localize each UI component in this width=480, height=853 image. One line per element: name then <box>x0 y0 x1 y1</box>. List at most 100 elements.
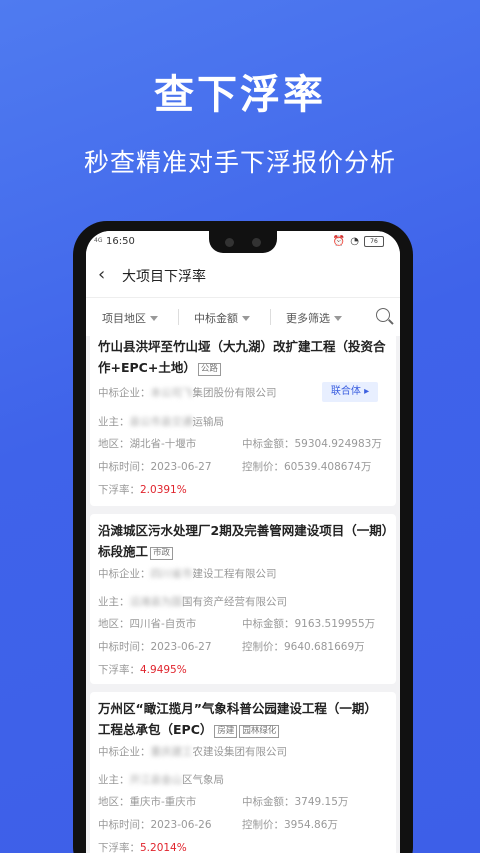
wifi-icon: ◔ <box>350 236 359 247</box>
winner-blurred: 本公司飞 <box>150 387 193 399</box>
date-row: 中标时间：2023-06-26 <box>98 817 212 832</box>
owner-value: 国有资产经营有限公司 <box>182 596 287 608</box>
project-title-text: 万州区“瞰江揽月”气象科普公园建设工程（一期）工程总承包（EPC） <box>98 701 377 737</box>
project-title: 万州区“瞰江揽月”气象科普公园建设工程（一期）工程总承包（EPC） 房建 园林绿化 <box>98 698 388 740</box>
rate-label: 下浮率： <box>98 842 140 853</box>
filter-amount[interactable]: 中标金额 <box>194 310 250 326</box>
winner-blurred: 重庆建工 <box>150 746 193 758</box>
owner-blurred: 开江县金山 <box>129 774 183 786</box>
region-row: 地区：四川省-自贡市 <box>98 616 196 631</box>
project-tag: 园林绿化 <box>239 725 280 738</box>
amount-value: 9163.519955万 <box>294 618 376 630</box>
control-value: 9640.681669万 <box>284 641 365 653</box>
winner-label: 中标企业： <box>98 746 151 758</box>
control-value: 3954.86万 <box>284 819 338 831</box>
rate-row: 下浮率：5.2014% <box>98 840 187 853</box>
rate-value: 5.2014% <box>140 842 187 853</box>
alarm-icon: ⏰ <box>332 236 346 247</box>
amount-label: 中标金额： <box>242 796 295 808</box>
winner-value: 建设工程有限公司 <box>192 568 277 580</box>
owner-label: 业主： <box>98 596 130 608</box>
camera-icon <box>225 238 234 247</box>
chevron-down-icon <box>334 315 342 321</box>
promo-headline: 查下浮率 <box>154 72 326 118</box>
amount-label: 中标金额： <box>242 438 295 450</box>
promo-subline: 秒查精准对手下浮报价分析 <box>83 148 396 177</box>
camera-icon <box>252 238 261 247</box>
filter-more-label: 更多筛选 <box>286 312 330 325</box>
project-card[interactable]: 竹山县洪坪至竹山垭（大九湖）改扩建工程（投资合作+EPC+土地） 公路 中标企业：… <box>90 330 396 506</box>
region-row: 地区：重庆市-重庆市 <box>98 794 196 809</box>
control-label: 控制价： <box>242 641 284 653</box>
owner-label: 业主： <box>98 774 130 786</box>
amount-row: 中标金额：9163.519955万 <box>242 616 375 631</box>
control-label: 控制价： <box>242 819 284 831</box>
project-tag: 市政 <box>150 547 174 560</box>
date-value: 2023-06-26 <box>150 819 212 831</box>
date-label: 中标时间： <box>98 461 151 473</box>
region-label: 地区： <box>98 618 130 630</box>
rate-label: 下浮率： <box>98 664 140 676</box>
date-value: 2023-06-27 <box>150 641 212 653</box>
date-row: 中标时间：2023-06-27 <box>98 459 212 474</box>
project-card[interactable]: 沿滩城区污水处理厂2期及完善管网建设项目（一期）标段施工 市政 中标企业：四川省市… <box>90 514 396 684</box>
amount-value: 3749.15万 <box>294 796 349 808</box>
filter-amount-label: 中标金额 <box>194 312 238 325</box>
region-label: 地区： <box>98 438 130 450</box>
owner-row: 业主：沿滩县为国国有资产经营有限公司 <box>98 594 287 609</box>
nav-bar: ‹ 大项目下浮率 <box>86 253 400 297</box>
amount-row: 中标金额：59304.924983万 <box>242 436 382 451</box>
region-value: 四川省-自贡市 <box>129 618 197 630</box>
winner-blurred: 四川省市 <box>150 568 193 580</box>
winner-label: 中标企业： <box>98 387 151 399</box>
signal-indicator: 4G <box>94 237 103 244</box>
filter-divider <box>178 309 179 325</box>
control-row: 控制价：9640.681669万 <box>242 639 365 654</box>
amount-value: 59304.924983万 <box>294 438 382 450</box>
project-tag: 房建 <box>214 725 238 738</box>
back-arrow-icon[interactable]: ‹ <box>98 264 105 285</box>
date-label: 中标时间： <box>98 641 151 653</box>
control-label: 控制价： <box>242 461 284 473</box>
chevron-down-icon <box>242 315 250 321</box>
control-row: 控制价：60539.408674万 <box>242 459 371 474</box>
phone-notch <box>209 231 277 253</box>
status-time: 16:50 <box>106 236 135 247</box>
control-row: 控制价：3954.86万 <box>242 817 338 832</box>
battery-icon: 76 <box>364 236 384 247</box>
filter-divider <box>270 309 271 325</box>
rate-row: 下浮率：2.0391% <box>98 482 187 497</box>
owner-label: 业主： <box>98 416 130 428</box>
chevron-down-icon <box>150 315 158 321</box>
owner-blurred: 县公市县交通 <box>129 416 193 428</box>
winner-label: 中标企业： <box>98 568 151 580</box>
date-row: 中标时间：2023-06-27 <box>98 639 212 654</box>
project-card[interactable]: 万州区“瞰江揽月”气象科普公园建设工程（一期）工程总承包（EPC） 房建 园林绿化 … <box>90 692 396 853</box>
phone-screen: 4G 16:50 ⏰ ◔ 76 ‹ 大项目下浮率 项目地区 中标金额 更多筛选 … <box>86 231 400 853</box>
winner-row: 中标企业：四川省市建设工程有限公司 <box>98 566 277 581</box>
project-tag: 公路 <box>197 363 221 376</box>
owner-value: 区气象局 <box>182 774 224 786</box>
rate-row: 下浮率：4.9495% <box>98 662 187 677</box>
project-title-text: 竹山县洪坪至竹山垭（大九湖）改扩建工程（投资合作+EPC+土地） <box>98 339 386 375</box>
project-title: 沿滩城区污水处理厂2期及完善管网建设项目（一期）标段施工 市政 <box>98 520 388 562</box>
rate-value: 4.9495% <box>140 664 187 676</box>
promo-background: 查下浮率 秒查精准对手下浮报价分析 4G 16:50 ⏰ ◔ 76 ‹ 大项目下… <box>0 0 480 853</box>
project-title-text: 沿滩城区污水处理厂2期及完善管网建设项目（一期）标段施工 <box>98 523 388 559</box>
filter-region[interactable]: 项目地区 <box>102 310 158 326</box>
region-value: 重庆市-重庆市 <box>129 796 197 808</box>
control-value: 60539.408674万 <box>284 461 372 473</box>
search-icon[interactable] <box>376 308 390 322</box>
consortium-button[interactable]: 联合体 ▸ <box>322 382 378 402</box>
date-label: 中标时间： <box>98 819 151 831</box>
filter-region-label: 项目地区 <box>102 312 146 325</box>
project-title: 竹山县洪坪至竹山垭（大九湖）改扩建工程（投资合作+EPC+土地） 公路 <box>98 336 388 378</box>
date-value: 2023-06-27 <box>150 461 212 473</box>
filter-more[interactable]: 更多筛选 <box>286 310 342 326</box>
amount-label: 中标金额： <box>242 618 295 630</box>
region-row: 地区：湖北省-十堰市 <box>98 436 196 451</box>
owner-value: 运输局 <box>192 416 225 428</box>
owner-blurred: 沿滩县为国 <box>129 596 183 608</box>
amount-row: 中标金额：3749.15万 <box>242 794 348 809</box>
region-label: 地区： <box>98 796 130 808</box>
